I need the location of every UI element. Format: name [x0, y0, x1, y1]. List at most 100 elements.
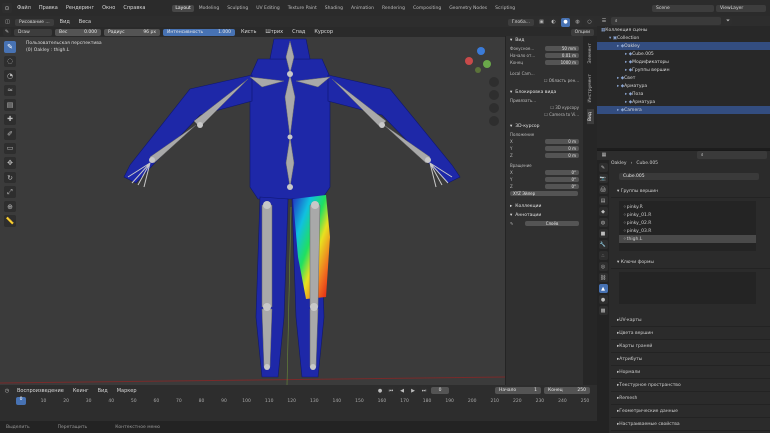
- output-tab-icon[interactable]: 🖨: [598, 185, 608, 194]
- blender-logo-icon[interactable]: ⊙: [2, 3, 12, 13]
- lock-cursor-row[interactable]: ☐ 3D курсору: [506, 104, 583, 111]
- outliner-row[interactable]: ▸ ◆ Oakley: [597, 42, 770, 50]
- strength-field[interactable]: Интенсивность 1.000: [163, 28, 235, 36]
- cursor-z-value[interactable]: 0 m: [545, 153, 579, 158]
- scene-tab-icon[interactable]: ◆: [598, 207, 608, 216]
- cursor-y-value[interactable]: 0 m: [545, 146, 579, 151]
- rot-x-value[interactable]: 0°: [545, 170, 579, 175]
- texture-tab-icon[interactable]: ▩: [598, 306, 608, 315]
- outliner-row[interactable]: ▸ ◆ Camera: [597, 106, 770, 114]
- properties-section-header[interactable]: ▸ Атрибуты: [611, 353, 770, 366]
- xray-icon[interactable]: ▣: [537, 17, 546, 27]
- outliner-row[interactable]: ▾ ▣ Collection: [597, 34, 770, 42]
- menu-stroke[interactable]: Штрих: [262, 28, 286, 36]
- brush-icon[interactable]: ✎: [3, 28, 11, 36]
- rotate-tool-icon[interactable]: ↻: [4, 171, 16, 184]
- rendered-shading-icon[interactable]: ○: [585, 17, 594, 27]
- outliner-row[interactable]: ▦ Коллекция сцены: [597, 26, 770, 34]
- 3d-viewport[interactable]: Пользовательская перспектива (0) Oakley …: [0, 37, 505, 385]
- vertex-groups-header[interactable]: ▾ Группы вершин: [611, 186, 770, 198]
- vertex-group-item[interactable]: ⁘ pinky.R: [619, 203, 756, 211]
- render-tab-icon[interactable]: 📷: [598, 174, 608, 183]
- object-tab-icon[interactable]: ■: [598, 229, 608, 238]
- render-region-row[interactable]: ☐ Область рен...: [506, 77, 583, 84]
- scale-tool-icon[interactable]: ⤢: [4, 186, 16, 198]
- vertex-group-item[interactable]: ⁘ pinky_03.R: [619, 227, 756, 235]
- filter-icon[interactable]: ⏷: [724, 17, 732, 25]
- smear-tool-icon[interactable]: ≈: [4, 84, 16, 97]
- workspace-tab-shading[interactable]: Shading: [322, 5, 346, 12]
- properties-section-header[interactable]: ▸ Карты граней: [611, 340, 770, 353]
- menu-weights[interactable]: Веса: [76, 18, 94, 26]
- paint-mode-selector[interactable]: Глоба...: [507, 18, 534, 26]
- cursor-x-value[interactable]: 0 m: [545, 139, 579, 144]
- properties-section-header[interactable]: ▸ Геометрические данные: [611, 405, 770, 418]
- draw-tool-icon[interactable]: ✎: [4, 41, 16, 53]
- menu-window[interactable]: Окно: [99, 4, 118, 12]
- workspace-tab-modeling[interactable]: Modeling: [196, 5, 222, 12]
- outliner-row[interactable]: ▸ ◆ Свет: [597, 74, 770, 82]
- constraints-tab-icon[interactable]: ⛓: [598, 273, 608, 282]
- outliner-row[interactable]: ▸ ◆ Cube.005: [597, 50, 770, 58]
- brush-selector[interactable]: Draw: [14, 28, 52, 36]
- menu-view[interactable]: Вид: [57, 18, 73, 26]
- vertex-group-item[interactable]: ⁘ pinky_01.R: [619, 211, 756, 219]
- transform-tool-icon[interactable]: ⊕: [4, 200, 16, 213]
- vertex-group-item[interactable]: ⁘ pinky_02.R: [619, 219, 756, 227]
- menu-falloff[interactable]: Спад: [289, 28, 308, 36]
- section-annotations-header[interactable]: ▾ Аннотации: [506, 211, 583, 220]
- tab-tool[interactable]: Инструмент: [587, 71, 594, 106]
- workspace-tab-geometry-nodes[interactable]: Geometry Nodes: [446, 5, 490, 12]
- rot-z-value[interactable]: 0°: [545, 184, 579, 189]
- shape-keys-list[interactable]: [619, 272, 756, 304]
- mesh-data-tab-icon[interactable]: ▲: [598, 284, 608, 293]
- view-layer-selector[interactable]: ViewLayer: [716, 4, 766, 12]
- measure-tool-icon[interactable]: 📏: [4, 215, 16, 227]
- workspace-tab-animation[interactable]: Animation: [348, 5, 377, 12]
- workspace-tab-layout[interactable]: Layout: [172, 4, 194, 12]
- annotation-pencil-icon[interactable]: ✎: [510, 221, 513, 226]
- material-tab-icon[interactable]: ●: [598, 295, 608, 304]
- menu-cursor[interactable]: Курсор: [311, 28, 336, 36]
- scene-selector[interactable]: Scene: [652, 4, 714, 12]
- outliner-editor-icon[interactable]: ☰: [600, 17, 608, 25]
- workspace-tab-compositing[interactable]: Compositing: [410, 5, 444, 12]
- blur-tool-icon[interactable]: ◌: [4, 55, 16, 68]
- annotate-tool-icon[interactable]: ✐: [4, 128, 16, 140]
- menu-render[interactable]: Рендеринг: [63, 4, 97, 12]
- mode-selector[interactable]: Рисование ...: [15, 18, 54, 26]
- outliner-row[interactable]: ▸ ◆ Модификаторы: [597, 58, 770, 66]
- properties-section-header[interactable]: ▸ Текстурное пространство: [611, 379, 770, 392]
- menu-brush[interactable]: Кисть: [238, 28, 259, 36]
- area-divider[interactable]: [597, 150, 770, 151]
- physics-tab-icon[interactable]: ◎: [598, 262, 608, 271]
- properties-section-header[interactable]: ▸ Цвета вершин: [611, 327, 770, 340]
- properties-section-header[interactable]: ▸ Remesh: [611, 392, 770, 405]
- playhead-frame-indicator[interactable]: 0: [16, 397, 26, 405]
- tab-view[interactable]: Вид: [586, 109, 594, 125]
- menu-edit[interactable]: Правка: [36, 4, 61, 12]
- particles-tab-icon[interactable]: ∴: [598, 251, 608, 260]
- vertex-group-item[interactable]: ⁘ thigh.L: [619, 235, 756, 243]
- radius-field[interactable]: Радиус 96 px: [104, 28, 160, 36]
- timeline-ruler[interactable]: 0 10 20 30 40 50 60 70 80 90 100 110 120 130 140 150 160…: [0, 385, 597, 421]
- camera-to-view-row[interactable]: ☐ Camera to Vi...: [506, 111, 583, 118]
- move-tool-icon[interactable]: ✥: [4, 157, 16, 169]
- workspace-tab-sculpting[interactable]: Sculpting: [224, 5, 251, 12]
- tool-tab-icon[interactable]: ✎: [598, 163, 608, 172]
- rot-y-value[interactable]: 0°: [545, 177, 579, 182]
- world-tab-icon[interactable]: ◍: [598, 218, 608, 227]
- section-view-header[interactable]: ▾ Вид: [506, 36, 583, 45]
- average-tool-icon[interactable]: ◔: [4, 70, 16, 82]
- overlay-icon[interactable]: ◐: [549, 17, 558, 27]
- properties-search-input[interactable]: ⌕: [697, 151, 767, 159]
- workspace-tab-scripting[interactable]: Scripting: [492, 5, 518, 12]
- mesh-name-field[interactable]: Cube.005: [619, 173, 759, 180]
- modifier-tab-icon[interactable]: 🔧: [598, 240, 608, 249]
- outliner-row[interactable]: ▸ ◆ Арматура: [597, 82, 770, 90]
- outliner-row[interactable]: ▸ ◆ Группы вершин: [597, 66, 770, 74]
- focal-length-value[interactable]: 50 mm: [545, 46, 579, 51]
- workspace-tab-uv-editing[interactable]: UV Editing: [253, 5, 282, 12]
- section-lock-header[interactable]: ▾ Блокировка вида: [506, 88, 583, 97]
- clip-end-value[interactable]: 1000 m: [545, 60, 579, 65]
